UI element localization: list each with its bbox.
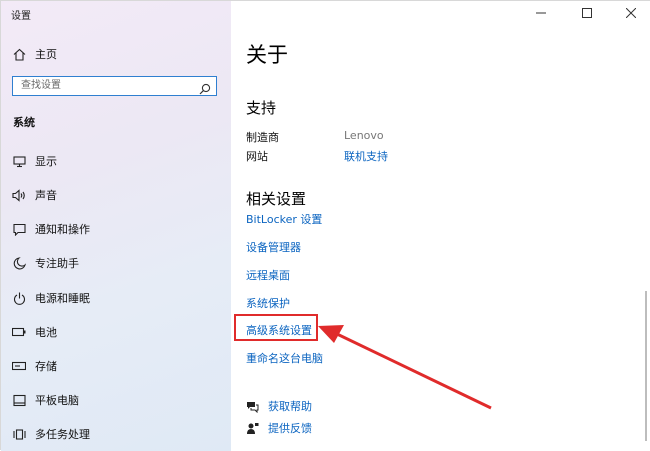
- main-content: 关于 支持 制造商 Lenovo 网站 联机支持 相关设置 BitLocker …: [231, 1, 650, 451]
- sidebar-item-label: 专注助手: [35, 257, 79, 270]
- maximize-button[interactable]: [567, 1, 607, 25]
- settings-window: 设置 主页 系统 显示 声音: [0, 0, 650, 451]
- search-input[interactable]: [21, 78, 196, 93]
- search-box[interactable]: [12, 76, 217, 96]
- moon-icon: [12, 256, 26, 270]
- section-title: 系统: [13, 116, 35, 129]
- sidebar-item-focus-assist[interactable]: 专注助手: [1, 248, 231, 278]
- device-manager-link[interactable]: 设备管理器: [246, 239, 301, 255]
- online-support-link[interactable]: 联机支持: [344, 148, 388, 164]
- speaker-icon: [12, 188, 26, 202]
- remote-desktop-link[interactable]: 远程桌面: [246, 267, 290, 283]
- sidebar-item-home[interactable]: 主页: [1, 39, 231, 69]
- scrollbar[interactable]: [645, 291, 647, 441]
- sidebar-item-label: 多任务处理: [35, 428, 90, 441]
- battery-icon: [12, 325, 26, 339]
- sidebar-item-label: 电源和睡眠: [35, 292, 90, 305]
- tablet-icon: [12, 393, 26, 407]
- storage-icon: [12, 359, 26, 373]
- minimize-button[interactable]: [521, 1, 561, 25]
- sidebar-item-tablet[interactable]: 平板电脑: [1, 385, 231, 415]
- sidebar-item-label: 显示: [35, 155, 57, 168]
- sidebar-item-display[interactable]: 显示: [1, 146, 231, 176]
- sidebar-item-battery[interactable]: 电池: [1, 317, 231, 347]
- app-title: 设置: [11, 11, 31, 22]
- sidebar-item-notifications[interactable]: 通知和操作: [1, 214, 231, 244]
- sidebar-item-label: 主页: [35, 48, 57, 61]
- website-label: 网站: [246, 150, 268, 163]
- search-icon[interactable]: [199, 80, 211, 95]
- system-protection-link[interactable]: 系统保护: [246, 295, 290, 311]
- annotation-highlight-box: [234, 314, 318, 341]
- multitask-icon: [12, 427, 26, 441]
- sidebar-item-label: 电池: [35, 326, 57, 339]
- sidebar-item-storage[interactable]: 存储: [1, 351, 231, 381]
- related-settings-heading: 相关设置: [246, 190, 307, 208]
- sidebar: 设置 主页 系统 显示 声音: [1, 1, 231, 451]
- bitlocker-settings-link[interactable]: BitLocker 设置: [246, 211, 322, 227]
- feedback-icon: [246, 420, 259, 434]
- home-icon: [12, 47, 26, 61]
- sidebar-item-label: 平板电脑: [35, 394, 79, 407]
- manufacturer-label: 制造商: [246, 131, 279, 144]
- close-button[interactable]: [611, 1, 650, 25]
- sidebar-item-label: 声音: [35, 189, 57, 202]
- get-help-link[interactable]: 获取帮助: [268, 398, 312, 414]
- page-title: 关于: [246, 43, 288, 67]
- sidebar-item-sound[interactable]: 声音: [1, 180, 231, 210]
- power-icon: [12, 291, 26, 305]
- monitor-icon: [12, 154, 26, 168]
- sidebar-item-multitasking[interactable]: 多任务处理: [1, 419, 231, 449]
- sidebar-item-power-sleep[interactable]: 电源和睡眠: [1, 283, 231, 313]
- sidebar-item-label: 存储: [35, 360, 57, 373]
- sidebar-item-label: 通知和操作: [35, 223, 90, 236]
- rename-pc-link[interactable]: 重命名这台电脑: [246, 350, 323, 366]
- feedback-link[interactable]: 提供反馈: [268, 420, 312, 436]
- help-icon: [246, 398, 259, 414]
- support-heading: 支持: [246, 99, 277, 117]
- manufacturer-value: Lenovo: [344, 129, 384, 142]
- message-icon: [12, 222, 26, 236]
